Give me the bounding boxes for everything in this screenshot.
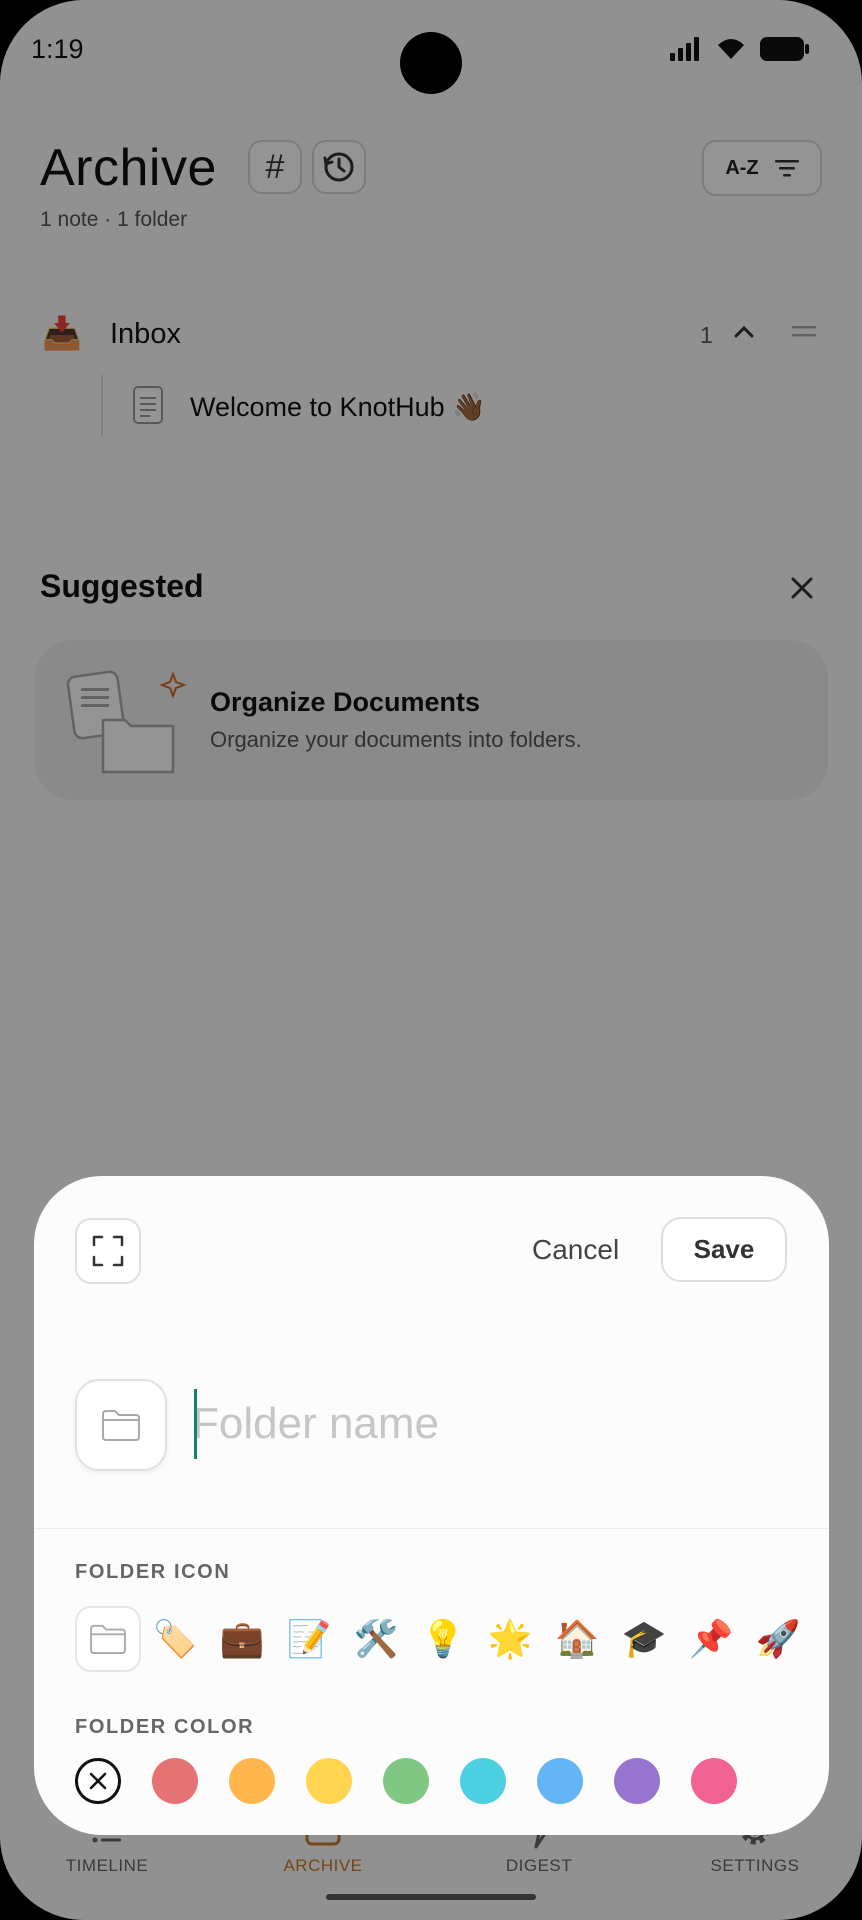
phone-screen: 1:19 Archive 1 note · 1 folder # A-Z 📥 I… <box>0 0 862 1920</box>
color-option-cyan[interactable] <box>460 1758 506 1804</box>
cancel-button[interactable]: Cancel <box>532 1234 619 1266</box>
icon-option-grad-cap[interactable]: 🎓 <box>611 1606 677 1672</box>
icon-option-memo[interactable]: 📝 <box>276 1606 342 1672</box>
folder-color-section-label: FOLDER COLOR <box>75 1716 255 1738</box>
color-option-none[interactable] <box>75 1758 121 1804</box>
text-caret <box>194 1389 197 1459</box>
icon-option-folder[interactable] <box>75 1606 141 1672</box>
expand-button[interactable] <box>75 1218 141 1284</box>
color-option-yellow[interactable] <box>306 1758 352 1804</box>
color-option-purple[interactable] <box>614 1758 660 1804</box>
color-option-green[interactable] <box>383 1758 429 1804</box>
folder-icon-section-label: FOLDER ICON <box>75 1561 231 1583</box>
folder-icon-picker: 🏷️ 💼 📝 🛠️ 💡 🌟 🏠 🎓 📌 🚀 <box>75 1606 829 1676</box>
color-option-red[interactable] <box>152 1758 198 1804</box>
color-option-pink[interactable] <box>691 1758 737 1804</box>
expand-corners-icon <box>92 1235 124 1267</box>
icon-option-briefcase[interactable]: 💼 <box>209 1606 275 1672</box>
color-option-blue[interactable] <box>537 1758 583 1804</box>
icon-option-bulb[interactable]: 💡 <box>410 1606 476 1672</box>
icon-option-rocket[interactable]: 🚀 <box>745 1606 811 1672</box>
save-button[interactable]: Save <box>661 1217 787 1282</box>
icon-option-tools[interactable]: 🛠️ <box>343 1606 409 1672</box>
divider <box>34 1528 829 1529</box>
icon-option-pushpin[interactable]: 📌 <box>678 1606 744 1672</box>
home-indicator[interactable] <box>326 1894 536 1900</box>
color-option-orange[interactable] <box>229 1758 275 1804</box>
close-icon <box>89 1772 107 1790</box>
icon-option-tag[interactable]: 🏷️ <box>142 1606 208 1672</box>
icon-option-star[interactable]: 🌟 <box>477 1606 543 1672</box>
folder-icon <box>102 1410 140 1441</box>
folder-color-picker <box>75 1758 829 1808</box>
icon-option-house[interactable]: 🏠 <box>544 1606 610 1672</box>
new-folder-sheet: Cancel Save FOLDER ICON 🏷️ 💼 📝 🛠️ 💡 <box>34 1176 829 1835</box>
folder-name-input[interactable] <box>192 1391 772 1457</box>
folder-icon-preview[interactable] <box>75 1379 167 1471</box>
folder-icon <box>90 1624 126 1655</box>
